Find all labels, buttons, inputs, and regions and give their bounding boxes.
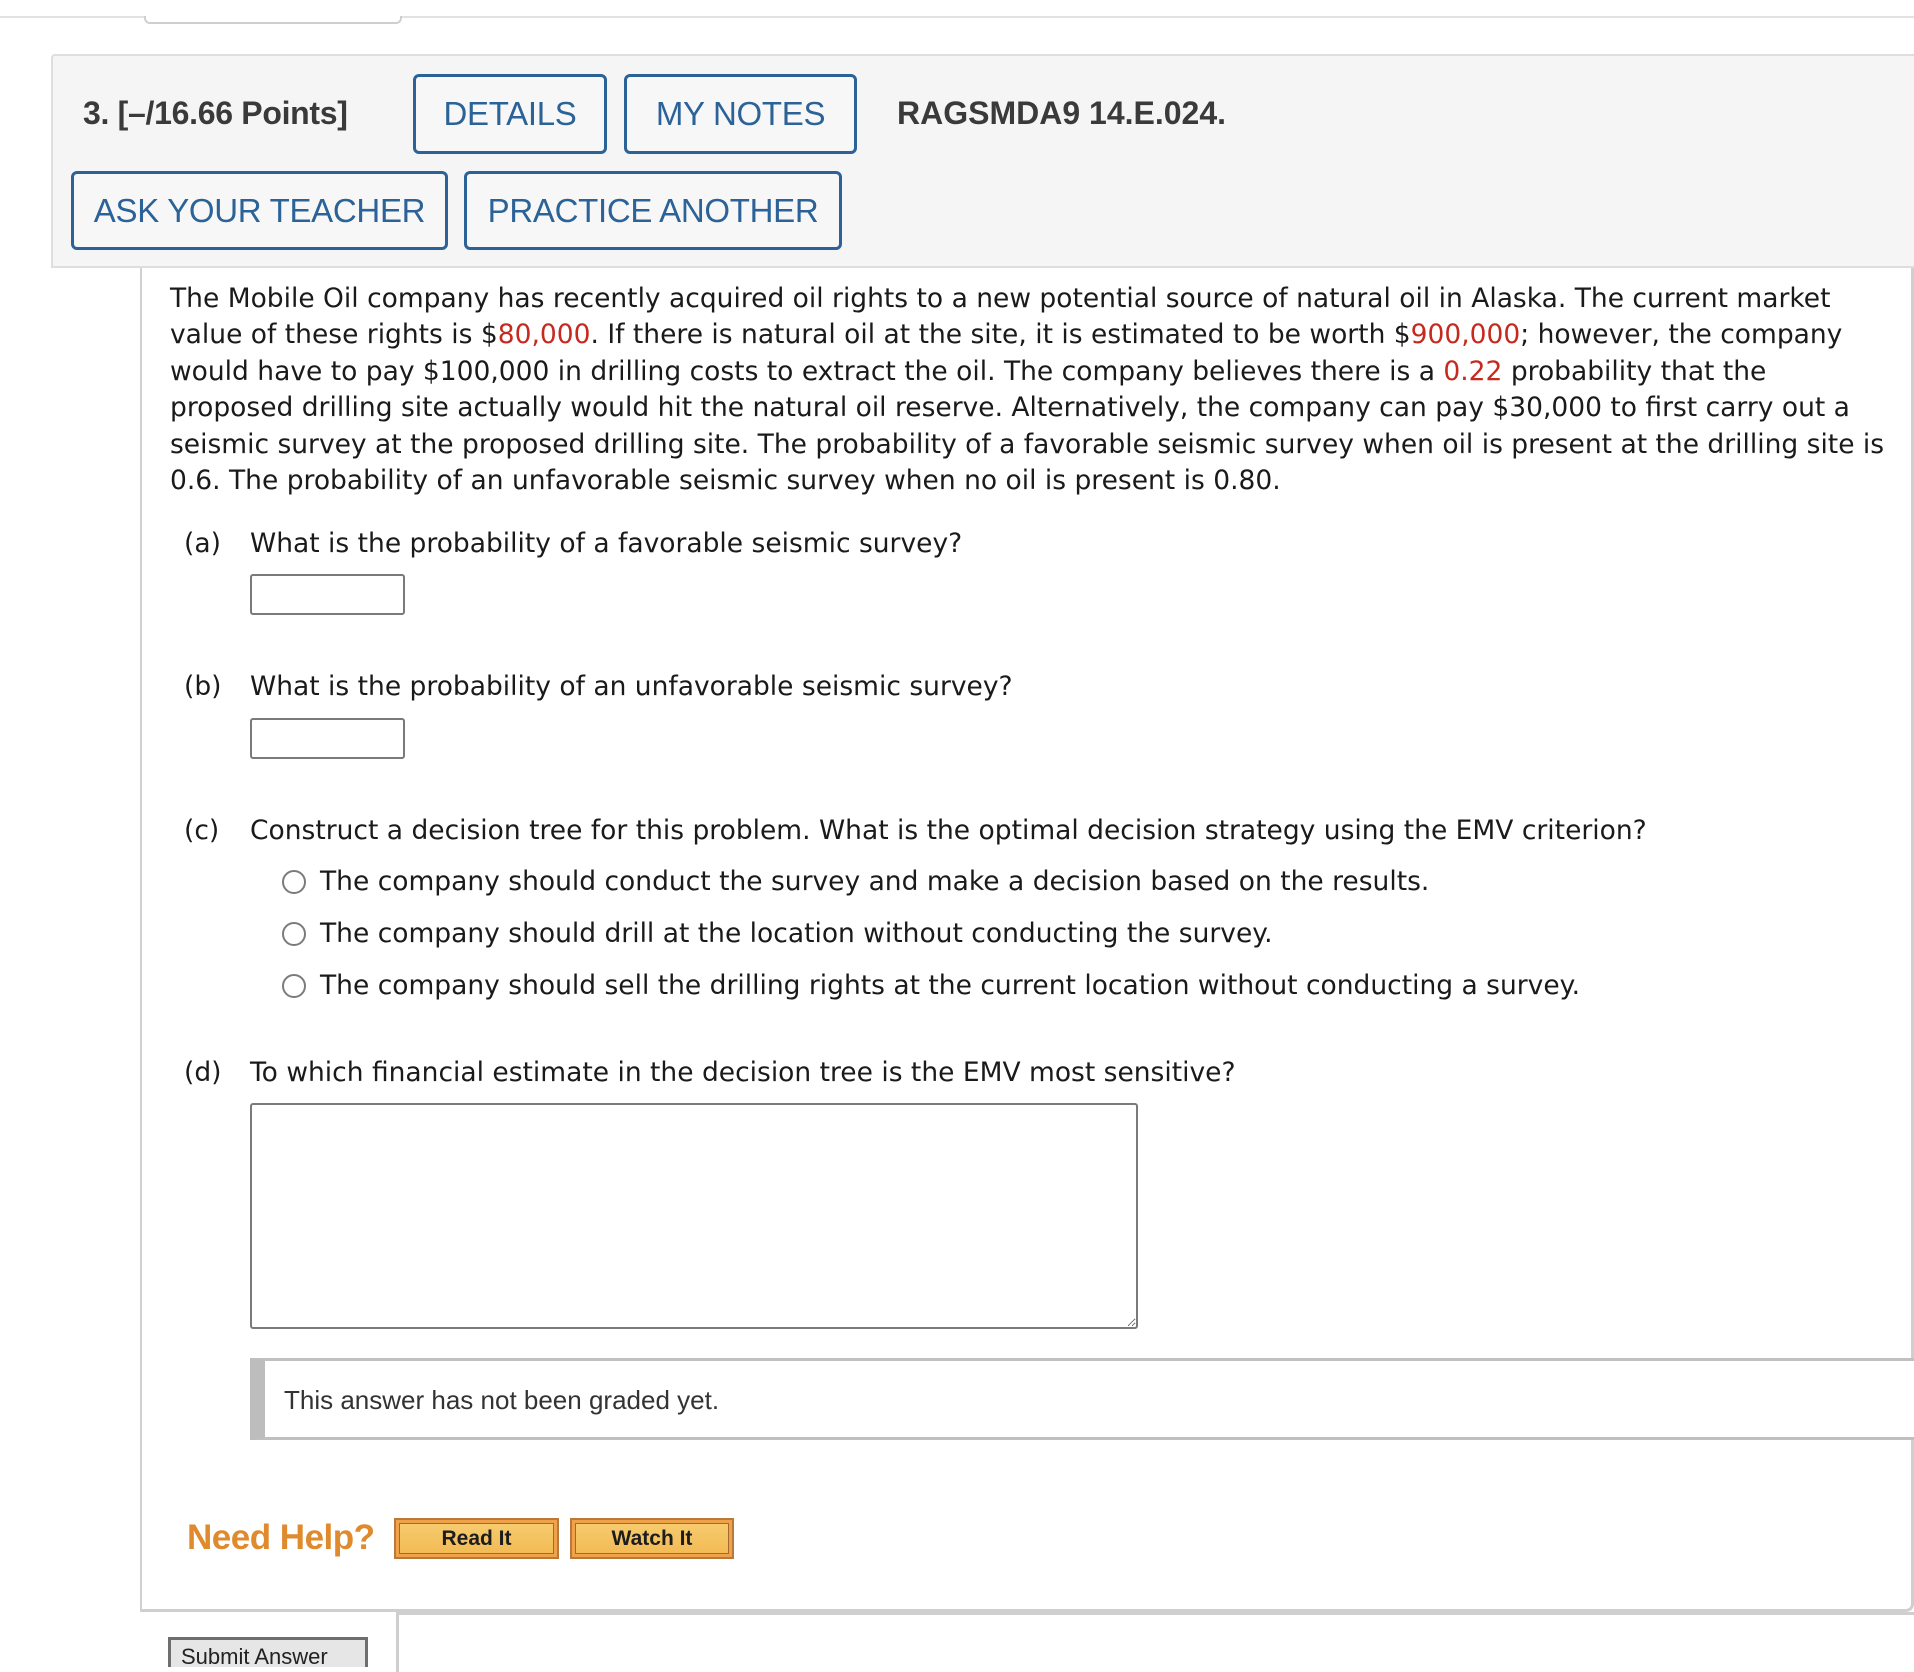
submit-answer-button[interactable]: Submit Answer [168,1637,368,1667]
option-sell-rights[interactable]: The company should sell the drilling rig… [282,970,1580,1001]
part-d-answer-textarea[interactable] [250,1103,1138,1329]
problem-statement: The Mobile Oil company has recently acqu… [170,281,1890,499]
details-button[interactable]: DETAILS [413,74,607,154]
grading-status-text: This answer has not been graded yet. [284,1385,720,1415]
part-c-label: (c) [184,815,220,846]
part-a-label: (a) [184,528,221,559]
question-code: RAGSMDA9 14.E.024. [897,95,1227,131]
part-a-question: What is the probability of a favorable s… [250,528,963,559]
problem-text: . If there is natural oil at the site, i… [590,319,1411,351]
read-it-button[interactable]: Read It [394,1518,559,1559]
part-d-question: To which financial estimate in the decis… [250,1057,1236,1088]
radio-button[interactable] [282,921,306,946]
part-d-label: (d) [184,1057,222,1088]
watch-it-button[interactable]: Watch It [570,1518,734,1559]
part-b-question: What is the probability of an unfavorabl… [250,671,1013,702]
radio-button[interactable] [282,869,306,894]
option-label: The company should sell the drilling rig… [320,970,1580,1001]
next-section-box [396,1612,1914,1672]
previous-element-tab [144,16,402,24]
my-notes-button[interactable]: MY NOTES [624,74,857,154]
need-help-label: Need Help? [187,1518,375,1557]
oil-probability: 0.22 [1443,355,1503,387]
oil-worth: 900,000 [1410,319,1521,351]
part-a-answer-input[interactable] [250,574,405,615]
watch-it-label: Watch It [575,1523,729,1554]
market-value: 80,000 [497,319,591,351]
read-it-label: Read It [399,1523,554,1554]
question-number-points: 3. [–/16.66 Points] [83,95,348,131]
part-b-label: (b) [184,671,222,702]
option-drill-without-survey[interactable]: The company should drill at the location… [282,918,1273,949]
option-conduct-survey[interactable]: The company should conduct the survey an… [282,866,1429,897]
practice-another-button[interactable]: PRACTICE ANOTHER [464,171,842,250]
option-label: The company should drill at the location… [320,918,1273,949]
ask-your-teacher-button[interactable]: ASK YOUR TEACHER [71,171,448,250]
part-c-question: Construct a decision tree for this probl… [250,815,1647,846]
radio-button[interactable] [282,973,306,998]
part-b-answer-input[interactable] [250,718,405,759]
option-label: The company should conduct the survey an… [320,866,1430,897]
